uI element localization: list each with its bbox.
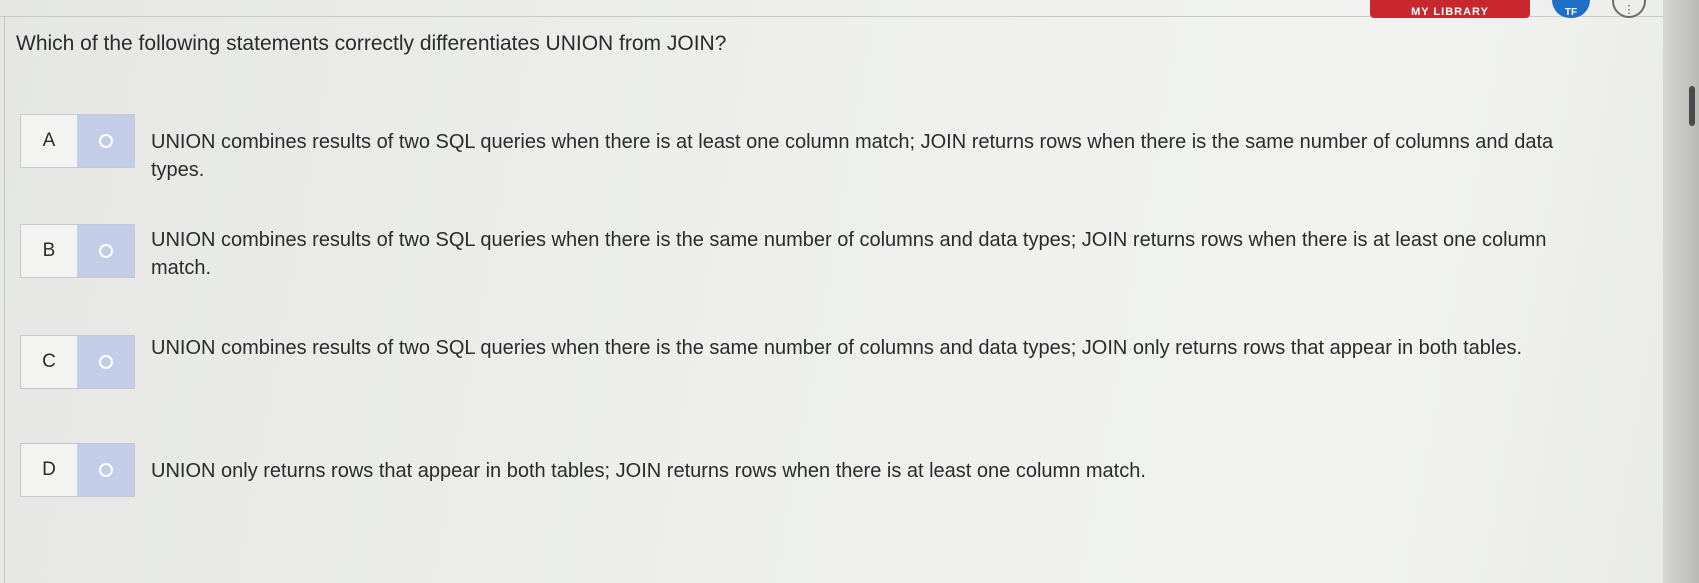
- avatar-initials: TF: [1564, 7, 1578, 18]
- option-text[interactable]: UNION only returns rows that appear in b…: [151, 457, 1606, 485]
- radio-circle-icon: [98, 355, 113, 369]
- radio-button[interactable]: [77, 444, 134, 496]
- option-text[interactable]: UNION combines results of two SQL querie…: [151, 226, 1606, 282]
- avatar[interactable]: TF: [1552, 0, 1590, 18]
- answer-option-c[interactable]: C UNION combines results of two SQL quer…: [20, 335, 1606, 389]
- option-selector[interactable]: D: [20, 443, 135, 497]
- radio-button[interactable]: [77, 336, 134, 388]
- radio-button[interactable]: [77, 225, 134, 277]
- question-text: Which of the following statements correc…: [16, 32, 727, 55]
- more-menu-button[interactable]: ⋮: [1612, 0, 1646, 18]
- option-text[interactable]: UNION combines results of two SQL querie…: [151, 334, 1606, 362]
- radio-circle-icon: [98, 244, 113, 258]
- scrollbar-thumb[interactable]: [1689, 86, 1695, 126]
- left-divider: [4, 16, 5, 583]
- right-edge-panel: [1663, 0, 1699, 583]
- option-selector[interactable]: A: [20, 114, 135, 168]
- radio-circle-icon: [98, 463, 113, 477]
- option-letter: C: [21, 336, 77, 388]
- option-text[interactable]: UNION combines results of two SQL querie…: [151, 128, 1606, 184]
- option-selector[interactable]: C: [20, 335, 135, 389]
- my-library-label: MY LIBRARY: [1411, 6, 1489, 18]
- answer-option-d[interactable]: D UNION only returns rows that appear in…: [20, 443, 1606, 497]
- answer-option-a[interactable]: A UNION combines results of two SQL quer…: [20, 114, 1606, 184]
- option-selector[interactable]: B: [20, 224, 135, 278]
- option-letter: A: [21, 115, 77, 167]
- option-letter: D: [21, 444, 77, 496]
- top-bar: MY LIBRARY TF ⋮: [1370, 0, 1646, 18]
- radio-circle-icon: [98, 134, 113, 148]
- radio-button[interactable]: [77, 115, 134, 167]
- my-library-button[interactable]: MY LIBRARY: [1370, 0, 1530, 18]
- answer-option-b[interactable]: B UNION combines results of two SQL quer…: [20, 224, 1606, 282]
- more-vertical-icon: ⋮: [1623, 4, 1635, 16]
- option-letter: B: [21, 225, 77, 277]
